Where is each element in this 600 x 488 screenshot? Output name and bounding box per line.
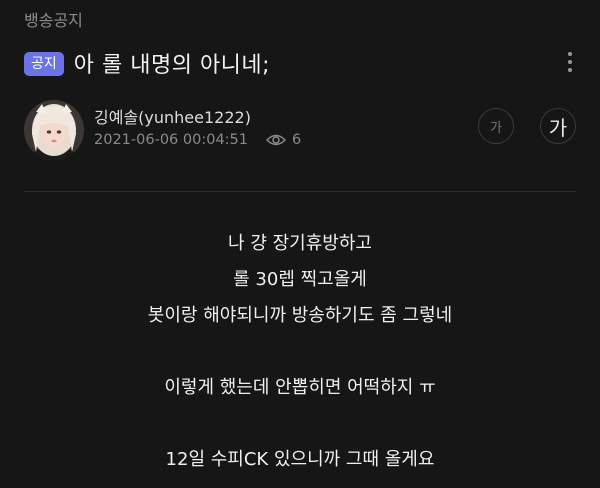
board-name-breadcrumb[interactable]: 뱅송공지 (24, 7, 83, 31)
post-body-line: 나 걍 장기휴방하고 (228, 233, 372, 254)
post-body-blank-line (0, 334, 600, 370)
more-vertical-icon (568, 52, 572, 56)
author-name[interactable]: 깅예솔(yunhee1222) (94, 104, 251, 128)
post-body: 나 걍 장기휴방하고 롤 30렙 찍고올게 봇이랑 해야되니까 방송하기도 좀 … (0, 226, 600, 478)
post-body-line: 롤 30렙 찍고올게 (233, 269, 367, 290)
post-body-line: 이렇게 했는데 안뽑히면 어떡하지 ㅠ (164, 377, 436, 398)
post-title: 아 롤 내명의 아니네; (73, 53, 271, 78)
eye-icon (266, 133, 286, 147)
author-info: 깅예솔(yunhee1222) 2021-06-06 00:04:51 6 가 … (24, 100, 582, 164)
post-page: 뱅송공지 공지 아 롤 내명의 아니네; 깅예솔(yunhee1222) 202… (0, 0, 600, 488)
avatar[interactable] (24, 100, 84, 160)
post-body-line: 12일 수피CK 있으니까 그때 올게요 (165, 449, 435, 470)
post-title-row: 공지 아 롤 내명의 아니네; (24, 46, 580, 80)
post-body-blank-line (0, 406, 600, 442)
font-size-increase-button[interactable]: 가 (540, 108, 576, 144)
divider (24, 191, 576, 192)
post-datetime: 2021-06-06 00:04:51 (94, 132, 248, 148)
notice-badge: 공지 (24, 51, 64, 76)
post-meta: 2021-06-06 00:04:51 6 (94, 132, 301, 148)
view-count: 6 (292, 132, 302, 148)
post-body-line: 봇이랑 해야되니까 방송하기도 좀 그렇네 (147, 305, 453, 326)
font-size-decrease-button[interactable]: 가 (478, 108, 514, 144)
more-dot (568, 68, 572, 72)
more-dot (568, 60, 572, 64)
more-options-button[interactable] (560, 48, 580, 76)
